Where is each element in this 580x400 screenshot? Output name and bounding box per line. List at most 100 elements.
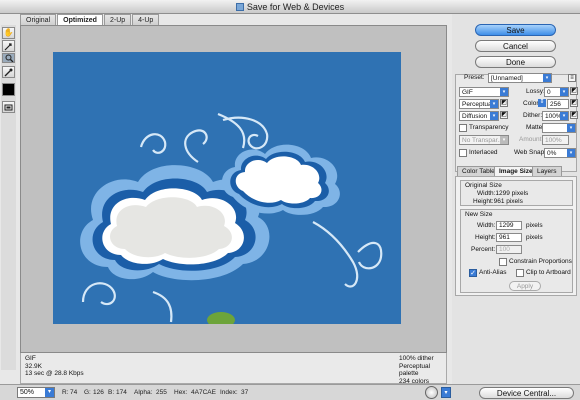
width-label: Width: xyxy=(477,222,496,229)
matte-select[interactable]: ▾ xyxy=(542,123,576,133)
chevron-down-icon: ▾ xyxy=(490,112,498,120)
document-icon xyxy=(235,2,244,11)
browser-menu-button[interactable]: ▾ xyxy=(441,387,451,398)
save-button[interactable]: Save xyxy=(475,24,556,36)
g-label: G: xyxy=(84,389,91,396)
optimization-info-bar: GIF 32.9K 13 sec @ 28.8 Kbps 100% dither… xyxy=(20,353,447,385)
toggle-slices-icon[interactable] xyxy=(2,101,15,113)
cancel-button[interactable]: Cancel xyxy=(475,40,556,52)
original-size-group: Original Size Width:1299 pixels Height:9… xyxy=(460,180,573,206)
reduction-value: Perceptual xyxy=(462,101,494,108)
chevron-down-icon: ▾ xyxy=(500,88,508,96)
lossy-input[interactable]: 0 ▾ xyxy=(544,87,569,97)
g-value: 126 xyxy=(93,389,104,396)
info-filesize: 32.9K xyxy=(25,362,42,370)
dither-algorithm-select[interactable]: Diffusion ▾ xyxy=(459,111,499,121)
transparency-checkbox[interactable] xyxy=(459,124,467,132)
hex-label: Hex: xyxy=(174,389,188,396)
original-height: Height:961 pixels xyxy=(473,198,523,205)
b-label: B: xyxy=(108,389,115,396)
reduction-select[interactable]: Perceptual ▾ xyxy=(459,99,499,109)
title-bar: Save for Web & Devices xyxy=(0,0,580,14)
tab-optimized[interactable]: Optimized xyxy=(57,14,103,25)
info-palette: Perceptual palette xyxy=(399,362,431,378)
transparency-dither-select[interactable]: No Transpar... ▾ xyxy=(459,135,509,145)
clip-to-artboard-label: Clip to Artboard xyxy=(526,269,571,276)
tab-2-up[interactable]: 2-Up xyxy=(103,14,132,25)
done-button[interactable]: Done xyxy=(475,56,556,68)
apply-button[interactable]: Apply xyxy=(509,281,541,291)
colors-stepper-icon[interactable]: ⇕ xyxy=(538,99,546,107)
height-input[interactable]: 961 xyxy=(496,233,522,242)
chevron-down-icon: ▾ xyxy=(500,136,508,144)
tab-original[interactable]: Original xyxy=(20,14,57,25)
chevron-down-icon: ▾ xyxy=(543,74,551,82)
constrain-proportions-checkbox[interactable] xyxy=(499,258,507,266)
preset-value: [Unnamed] xyxy=(491,75,523,82)
new-size-title: New Size xyxy=(465,211,493,218)
dither-label: Dither: xyxy=(523,112,543,119)
zoom-value: 50% xyxy=(20,389,35,396)
preview-canvas[interactable] xyxy=(20,25,447,353)
format-select[interactable]: GIF ▾ xyxy=(459,87,509,97)
percent-label: Percent: xyxy=(471,246,496,253)
tab-4-up[interactable]: 4-Up xyxy=(132,14,160,25)
index-label: Index: xyxy=(220,389,238,396)
reduction-mask-icon[interactable]: ◩ xyxy=(500,99,508,107)
websnap-input[interactable]: 0% ▾ xyxy=(544,148,576,158)
cloud-artwork xyxy=(53,52,401,324)
websnap-value: 0% xyxy=(547,150,557,157)
width-input[interactable]: 1299 xyxy=(496,221,522,230)
eyedropper-color-swatch[interactable] xyxy=(2,83,15,96)
chevron-down-icon: ▾ xyxy=(45,388,54,397)
anti-alias-checkbox[interactable]: ✓ xyxy=(469,269,477,277)
preview-in-browser-icon[interactable] xyxy=(425,386,438,399)
slice-select-icon[interactable] xyxy=(2,40,15,52)
chevron-down-icon: ▾ xyxy=(560,112,568,120)
alpha-value: 255 xyxy=(156,389,167,396)
hand-icon[interactable]: ✋ xyxy=(2,27,15,39)
colors-input[interactable]: 256 xyxy=(547,99,569,109)
amount-input[interactable]: 100% xyxy=(542,135,569,145)
zoom-level-select[interactable]: 50% ▾ xyxy=(17,387,55,398)
optimized-image-preview xyxy=(53,52,401,324)
chevron-down-icon: ▾ xyxy=(567,124,575,132)
tab-layers[interactable]: Layers xyxy=(532,166,562,176)
percent-input[interactable]: 100 xyxy=(496,245,522,254)
r-value: 74 xyxy=(70,389,78,396)
lossy-label: Lossy: xyxy=(526,88,545,95)
info-download-time: 13 sec @ 28.8 Kbps xyxy=(25,370,84,377)
preset-label: Preset: xyxy=(464,74,485,81)
colors-mask-icon[interactable]: ◩ xyxy=(570,99,578,107)
dither-mask-icon[interactable]: ◩ xyxy=(500,111,508,119)
colors-value: 256 xyxy=(550,101,561,108)
dither-input[interactable]: 100% ▾ xyxy=(542,111,569,121)
info-right: 100% dither Perceptual palette 234 color… xyxy=(399,355,446,385)
lossy-mask-icon[interactable]: ◩ xyxy=(570,87,578,95)
eyedropper-icon[interactable] xyxy=(2,66,15,78)
width-unit: pixels xyxy=(526,222,543,229)
b-value: 174 xyxy=(116,389,127,396)
zoom-icon[interactable] xyxy=(2,53,15,63)
lossy-value: 0 xyxy=(547,89,551,96)
alpha-label: Alpha: xyxy=(134,389,153,396)
amount-value: 100% xyxy=(545,137,562,144)
original-width: Width:1299 pixels xyxy=(477,190,529,197)
window-title-text: Save for Web & Devices xyxy=(246,1,345,12)
device-central-button[interactable]: Device Central... xyxy=(479,387,574,399)
amount-label: Amount: xyxy=(519,136,544,143)
transparency-label: Transparency xyxy=(469,124,509,131)
height-label: Height: xyxy=(475,234,496,241)
height-unit: pixels xyxy=(526,234,543,241)
dither-amount-mask-icon[interactable]: ◩ xyxy=(570,111,578,119)
preset-select[interactable]: [Unnamed] ▾ xyxy=(488,73,552,83)
info-format: GIF xyxy=(25,355,36,362)
index-value: 37 xyxy=(241,389,249,396)
optimize-menu-icon[interactable]: ≡ xyxy=(568,74,576,82)
original-size-title: Original Size xyxy=(465,182,502,189)
tool-column: ✋ xyxy=(1,25,16,370)
r-label: R: xyxy=(62,389,69,396)
interlaced-checkbox[interactable] xyxy=(459,149,467,157)
window-title: Save for Web & Devices xyxy=(235,1,345,12)
clip-to-artboard-checkbox[interactable] xyxy=(516,269,524,277)
